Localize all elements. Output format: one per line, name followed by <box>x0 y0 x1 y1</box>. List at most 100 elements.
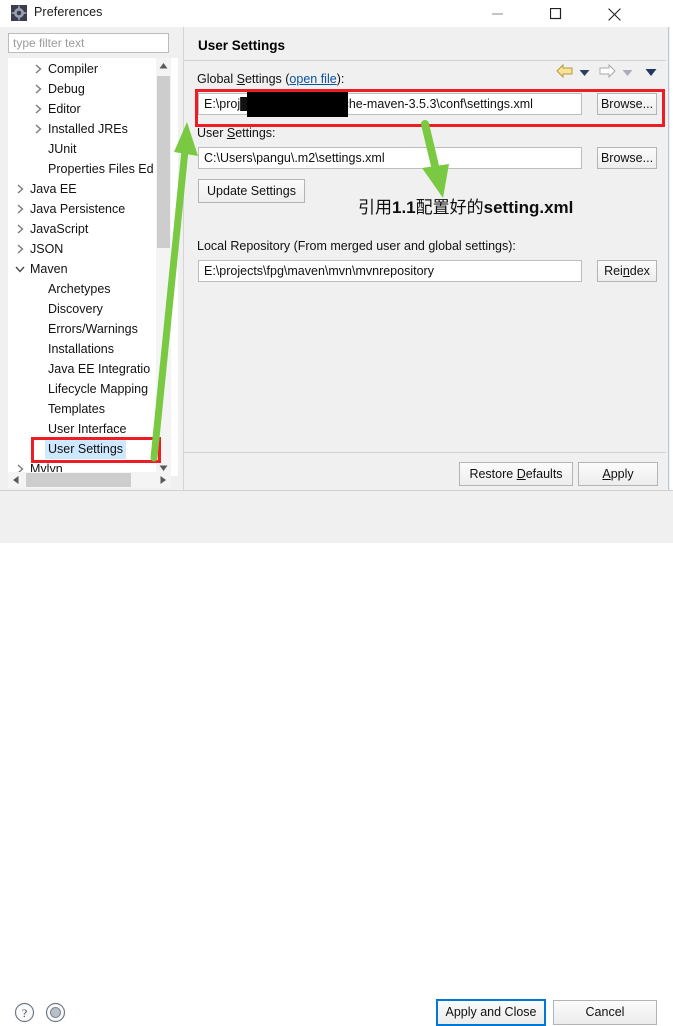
chevron-right-icon[interactable] <box>31 59 45 79</box>
apply-and-close-button[interactable]: Apply and Close <box>436 999 546 1026</box>
user-settings-page: User Settings Global Settings (open file… <box>183 27 666 490</box>
cancel-button[interactable]: Cancel <box>553 1000 657 1025</box>
chevron-right-icon[interactable] <box>13 219 27 239</box>
sidebar-item-user-interface[interactable]: User Interface <box>9 419 177 439</box>
sidebar-item-label: JSON <box>30 242 64 256</box>
reindex-button[interactable]: Reindex <box>597 260 657 282</box>
sidebar-item-label: Java EE <box>30 182 77 196</box>
panel-right-edge <box>668 27 669 490</box>
sidebar-item-installed-jres[interactable]: Installed JREs <box>9 119 177 139</box>
sidebar-item-label: JavaScript <box>30 222 89 236</box>
chevron-right-icon[interactable] <box>31 79 45 99</box>
tree-vertical-scrollbar[interactable] <box>156 58 171 476</box>
sidebar-item-json[interactable]: JSON <box>9 239 177 259</box>
view-menu-dropdown-icon[interactable] <box>645 66 657 80</box>
svg-text:?: ? <box>22 1006 27 1020</box>
sidebar-item-javascript[interactable]: JavaScript <box>9 219 177 239</box>
sidebar-item-label: Editor <box>48 102 81 116</box>
sidebar-item-archetypes[interactable]: Archetypes <box>9 279 177 299</box>
sidebar-item-java-ee-integratio[interactable]: Java EE Integratio <box>9 359 177 379</box>
sidebar-item-label: Errors/Warnings <box>48 322 138 336</box>
user-settings-label: User Settings: <box>197 126 276 140</box>
chevron-right-icon[interactable] <box>13 179 27 199</box>
sidebar-item-label: Properties Files Ed <box>48 162 154 176</box>
maximize-button[interactable] <box>534 0 579 27</box>
sidebar-item-label: Installations <box>48 342 115 356</box>
panel-divider <box>184 452 666 453</box>
sidebar-item-label: Java Persistence <box>30 202 126 216</box>
close-icon <box>608 8 621 21</box>
chevron-down-icon[interactable] <box>13 259 27 279</box>
tree-hscroll-thumb[interactable] <box>26 473 131 487</box>
sidebar-item-label: Debug <box>48 82 85 96</box>
sidebar-item-label: Templates <box>48 402 105 416</box>
sidebar-item-templates[interactable]: Templates <box>9 399 177 419</box>
chevron-right-icon[interactable] <box>31 99 45 119</box>
chevron-right-icon[interactable] <box>13 239 27 259</box>
scroll-left-arrow-icon[interactable] <box>8 472 25 488</box>
reindex-label: Reindex <box>604 264 650 278</box>
sidebar-item-editor[interactable]: Editor <box>9 99 177 119</box>
sidebar-item-label: Java EE Integratio <box>48 362 151 376</box>
sidebar-item-label: Installed JREs <box>48 122 128 136</box>
sidebar-item-label: User Interface <box>48 422 127 436</box>
sidebar-item-label: Archetypes <box>48 282 111 296</box>
tree-horizontal-scrollbar[interactable] <box>8 472 171 488</box>
sidebar-item-junit[interactable]: JUnit <box>9 139 177 159</box>
local-repository-input[interactable] <box>198 260 582 282</box>
apply-button[interactable]: Apply <box>578 462 658 486</box>
sidebar-item-discovery[interactable]: Discovery <box>9 299 177 319</box>
sidebar-item-user-settings[interactable]: User Settings <box>9 439 177 459</box>
sidebar-item-compiler[interactable]: Compiler <box>9 59 177 79</box>
maximize-icon <box>550 8 562 20</box>
sidebar-item-debug[interactable]: Debug <box>9 79 177 99</box>
open-file-link[interactable]: open file <box>289 72 336 86</box>
back-dropdown-icon[interactable] <box>579 66 590 80</box>
global-settings-label: Global Settings (open file): <box>197 72 344 86</box>
sidebar-item-installations[interactable]: Installations <box>9 339 177 359</box>
sidebar-item-java-persistence[interactable]: Java Persistence <box>9 199 177 219</box>
preferences-gear-icon <box>11 5 27 21</box>
forward-arrow-icon[interactable] <box>598 63 617 82</box>
sidebar-item-label: JUnit <box>48 142 77 156</box>
preferences-tree[interactable]: Compiler Debug Editor Installed JREs JUnit Pr… <box>8 58 178 476</box>
header-divider <box>184 60 666 61</box>
help-question-icon[interactable]: ? <box>14 1002 35 1023</box>
sidebar-item-label: Lifecycle Mapping <box>48 382 149 396</box>
sidebar-item-label: Compiler <box>48 62 99 76</box>
local-repository-label: Local Repository (From merged user and g… <box>197 239 516 253</box>
sidebar-item-label: Maven <box>30 262 68 276</box>
chevron-right-icon[interactable] <box>13 199 27 219</box>
user-settings-input[interactable] <box>198 147 582 169</box>
footer-bar: ? Apply and Close Cancel <box>0 491 673 1026</box>
restore-defaults-button[interactable]: Restore Defaults <box>459 462 573 486</box>
close-button[interactable] <box>592 0 637 27</box>
window-title: Preferences <box>34 5 103 19</box>
user-settings-browse-button[interactable]: Browse... <box>597 147 657 169</box>
global-settings-label-suffix: ): <box>336 72 345 86</box>
global-settings-input[interactable] <box>198 93 582 115</box>
page-title: User Settings <box>198 38 286 53</box>
scroll-up-arrow-icon[interactable] <box>156 58 171 75</box>
minimize-icon <box>492 13 503 15</box>
global-settings-browse-button[interactable]: Browse... <box>597 93 657 115</box>
title-bar: Preferences <box>0 0 673 27</box>
sidebar-item-java-ee[interactable]: Java EE <box>9 179 177 199</box>
global-settings-label-prefix: Global Settings ( <box>197 72 290 86</box>
sidebar-item-label: Discovery <box>48 302 103 316</box>
filter-input[interactable] <box>8 33 169 53</box>
sidebar-item-errors-warnings[interactable]: Errors/Warnings <box>9 319 177 339</box>
sidebar-item-lifecycle-mapping[interactable]: Lifecycle Mapping <box>9 379 177 399</box>
minimize-button[interactable] <box>476 0 521 27</box>
chevron-right-icon[interactable] <box>31 119 45 139</box>
sidebar-item-properties-files-ed[interactable]: Properties Files Ed <box>9 159 177 179</box>
tree-scroll-thumb[interactable] <box>157 76 170 248</box>
sidebar-item-maven[interactable]: Maven <box>9 259 177 279</box>
sidebar-item-label: User Settings <box>45 439 127 459</box>
forward-dropdown-icon[interactable] <box>622 66 633 80</box>
preferences-dialog: Preferences Compiler Debug Editor Installed… <box>0 0 673 1026</box>
back-arrow-icon[interactable] <box>555 63 574 82</box>
update-settings-button[interactable]: Update Settings <box>198 179 305 203</box>
record-target-icon[interactable] <box>45 1002 66 1023</box>
scroll-right-arrow-icon[interactable] <box>154 472 171 488</box>
